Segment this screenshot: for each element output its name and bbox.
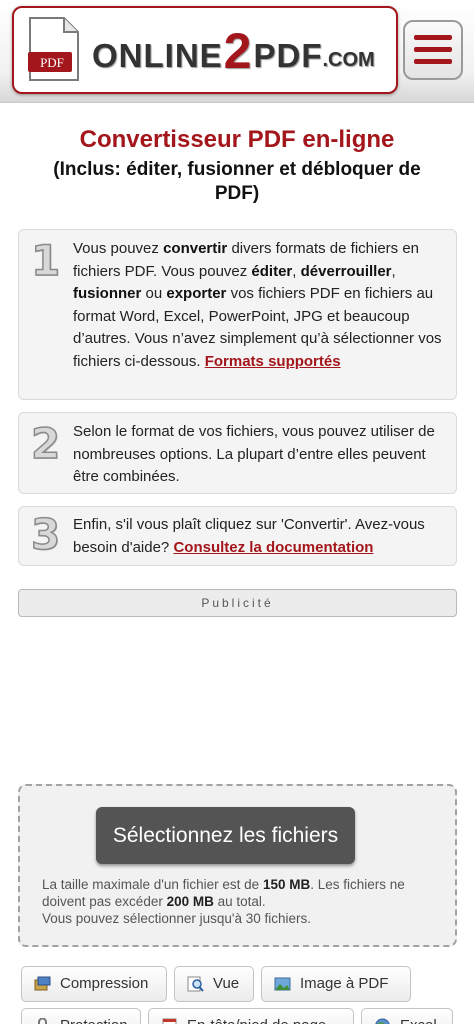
lock-icon: [38, 1018, 47, 1024]
step-number-3: 3: [30, 509, 61, 560]
step-2-text: Selon le format de vos fichiers, vous po…: [73, 423, 435, 485]
formats-supported-link[interactable]: Formats supportés: [205, 353, 341, 370]
step-number-2: 2: [30, 418, 61, 469]
logo-com: .COM: [322, 49, 375, 71]
image-to-pdf-button[interactable]: Image à PDF: [261, 966, 411, 1002]
step-1-box: 1 Vous pouvez convertir divers formats d…: [18, 229, 457, 400]
compression-icon: [34, 976, 51, 991]
site-logo[interactable]: PDF ONLINE 2 PDF .COM: [12, 6, 398, 94]
excel-button[interactable]: Excel: [361, 1008, 453, 1024]
view-button[interactable]: Vue: [174, 966, 254, 1002]
advertisement-label: Publicité: [18, 589, 457, 617]
excel-label: Excel: [400, 1009, 437, 1024]
hamburger-icon: [414, 35, 452, 40]
logo-two: 2: [223, 23, 253, 79]
step-1-text: Vous pouvez convertir divers formats de …: [73, 240, 442, 370]
compression-button[interactable]: Compression: [21, 966, 167, 1002]
page-title: Convertisseur PDF en-ligne: [79, 126, 395, 153]
hamburger-menu-button[interactable]: [403, 20, 463, 80]
header-footer-button[interactable]: En-tête/pied de page: [148, 1008, 354, 1024]
select-files-button[interactable]: Sélectionnez les fichiers: [96, 807, 355, 864]
header-footer-label: En-tête/pied de page: [187, 1009, 326, 1024]
magnifier-icon: [187, 976, 204, 992]
logo-pdf: PDF: [253, 37, 323, 74]
step-3-text: Enfin, s'il vous plaît cliquez sur 'Conv…: [73, 516, 425, 556]
file-drop-zone[interactable]: Sélectionnez les fichiers La taille maxi…: [18, 784, 457, 947]
document-icon: [162, 1018, 177, 1024]
step-3-box: 3 Enfin, s'il vous plaît cliquez sur 'Co…: [18, 506, 457, 566]
pdf-document-icon: [28, 17, 79, 81]
protection-label: Protection: [60, 1009, 128, 1024]
logo-online: ONLINE: [92, 37, 223, 74]
protection-button[interactable]: Protection: [21, 1008, 141, 1024]
documentation-link[interactable]: Consultez la documentation: [173, 539, 373, 556]
logo-pdf-badge: PDF: [40, 55, 64, 70]
compression-label: Compression: [60, 975, 149, 992]
upload-limits-text: La taille maximale d'un fichier est de 1…: [42, 877, 405, 926]
globe-icon: [375, 1018, 390, 1024]
logo-wordmark: ONLINE 2 PDF .COM: [92, 26, 375, 76]
page-subtitle: (Inclus: éditer, fusionner et débloquer …: [53, 159, 421, 204]
site-header: PDF ONLINE 2 PDF .COM: [0, 0, 474, 103]
image-to-pdf-label: Image à PDF: [300, 975, 389, 992]
step-2-box: 2 Selon le format de vos fichiers, vous …: [18, 412, 457, 494]
step-number-1: 1: [30, 235, 61, 286]
image-icon: [274, 977, 291, 991]
view-label: Vue: [213, 975, 240, 992]
